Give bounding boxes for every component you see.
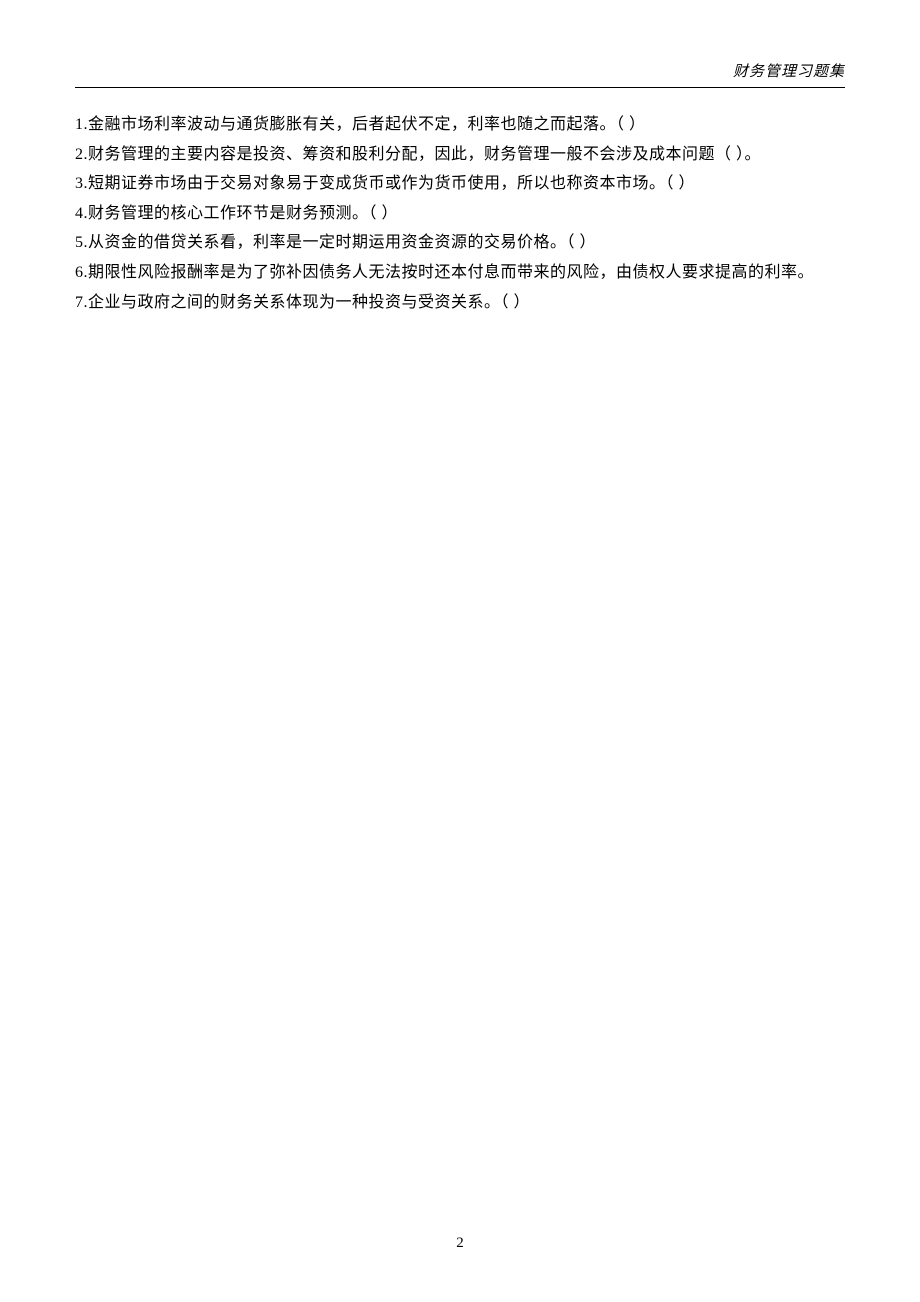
document-page: 财务管理习题集 1.金融市场利率波动与通货膨胀有关，后者起伏不定，利率也随之而起… bbox=[0, 0, 920, 1302]
question-5: 5.从资金的借贷关系看，利率是一定时期运用资金资源的交易价格。（ ） bbox=[75, 228, 845, 258]
header-divider bbox=[75, 87, 845, 88]
question-4: 4.财务管理的核心工作环节是财务预测。（ ） bbox=[75, 199, 845, 229]
header-title: 财务管理习题集 bbox=[733, 64, 845, 80]
page-number: 2 bbox=[0, 1235, 920, 1252]
question-1: 1.金融市场利率波动与通货膨胀有关，后者起伏不定，利率也随之而起落。（ ） bbox=[75, 110, 845, 140]
question-6: 6.期限性风险报酬率是为了弥补因债务人无法按时还本付息而带来的风险，由债权人要求… bbox=[75, 258, 845, 288]
question-3: 3.短期证券市场由于交易对象易于变成货币或作为货币使用，所以也称资本市场。（ ） bbox=[75, 169, 845, 199]
question-7: 7.企业与政府之间的财务关系体现为一种投资与受资关系。（ ） bbox=[75, 288, 845, 318]
page-header: 财务管理习题集 bbox=[75, 60, 845, 81]
question-2: 2.财务管理的主要内容是投资、筹资和股利分配，因此，财务管理一般不会涉及成本问题… bbox=[75, 140, 845, 170]
content-body: 1.金融市场利率波动与通货膨胀有关，后者起伏不定，利率也随之而起落。（ ） 2.… bbox=[75, 110, 845, 317]
page-number-value: 2 bbox=[456, 1235, 464, 1251]
